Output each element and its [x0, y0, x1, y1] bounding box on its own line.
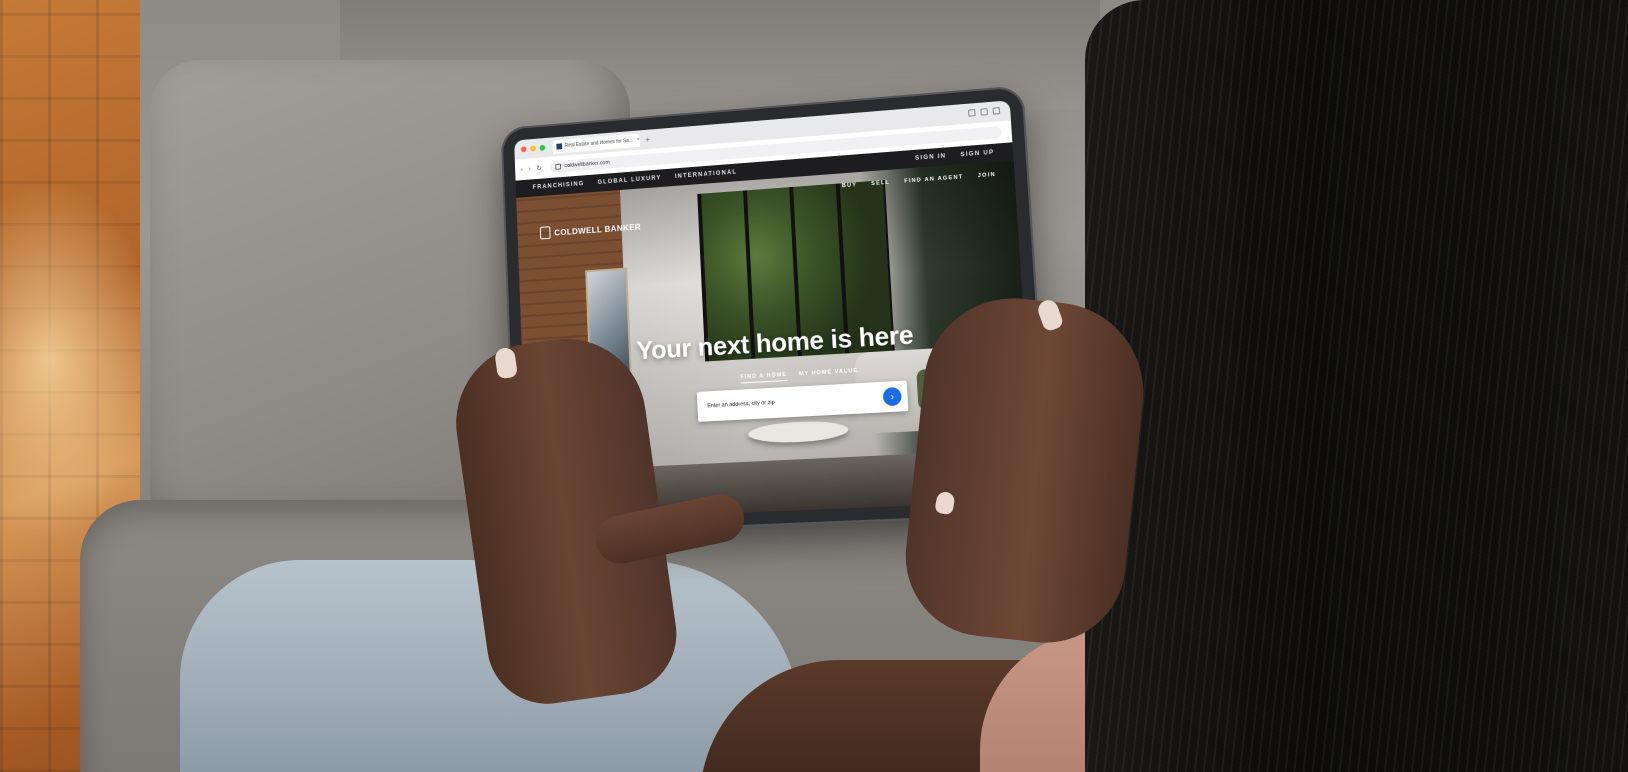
forward-icon[interactable]: ›: [528, 166, 530, 173]
photo-background: Real Estate and Homes for Sa... × + ‹ › …: [0, 0, 1628, 772]
person-hair: [1085, 0, 1628, 772]
back-icon[interactable]: ‹: [521, 166, 523, 173]
main-nav: BUY SELL FIND AN AGENT JOIN: [842, 172, 996, 189]
profile-icon[interactable]: [980, 108, 988, 116]
tab-title: Real Estate and Homes for Sa...: [565, 138, 633, 149]
favicon-icon: [556, 143, 562, 149]
logo-mark-icon: [540, 226, 551, 239]
tab-find-a-home[interactable]: FIND A HOME: [740, 372, 787, 384]
tab-my-home-value[interactable]: MY HOME VALUE: [799, 368, 859, 380]
nav-join[interactable]: JOIN: [978, 172, 996, 179]
right-hand: [898, 289, 1152, 650]
sunlight-glow: [0, 180, 160, 540]
url-text: coldwellbanker.com: [564, 160, 610, 169]
extension-icon[interactable]: [968, 109, 976, 117]
tab-close-icon[interactable]: ×: [637, 137, 641, 143]
search-tabs: FIND A HOME MY HOME VALUE: [740, 368, 858, 384]
reload-icon[interactable]: ↻: [536, 164, 542, 172]
close-window-icon[interactable]: [521, 146, 527, 152]
search-placeholder: Enter an address, city or zip: [707, 400, 775, 410]
nav-buy[interactable]: BUY: [842, 182, 858, 189]
maximize-window-icon[interactable]: [540, 145, 546, 151]
nav-find-an-agent[interactable]: FIND AN AGENT: [904, 174, 964, 184]
nav-sell[interactable]: SELL: [871, 180, 890, 187]
topbar-link-franchising[interactable]: FRANCHISING: [533, 181, 585, 191]
topbar-link-global-luxury[interactable]: GLOBAL LUXURY: [597, 175, 661, 186]
window-controls[interactable]: [521, 145, 546, 153]
hero-coffee-table: [748, 419, 849, 444]
sign-in-link[interactable]: SIGN IN: [915, 153, 947, 161]
topbar-link-international[interactable]: INTERNATIONAL: [675, 169, 737, 180]
minimize-window-icon[interactable]: [530, 146, 536, 152]
lock-icon: [555, 164, 561, 170]
sign-up-link[interactable]: SIGN UP: [960, 150, 994, 159]
browser-toolbar-icons: [968, 107, 1000, 117]
search-submit-button[interactable]: ›: [883, 387, 902, 406]
menu-icon[interactable]: [993, 107, 1001, 115]
new-tab-button[interactable]: +: [645, 135, 650, 144]
